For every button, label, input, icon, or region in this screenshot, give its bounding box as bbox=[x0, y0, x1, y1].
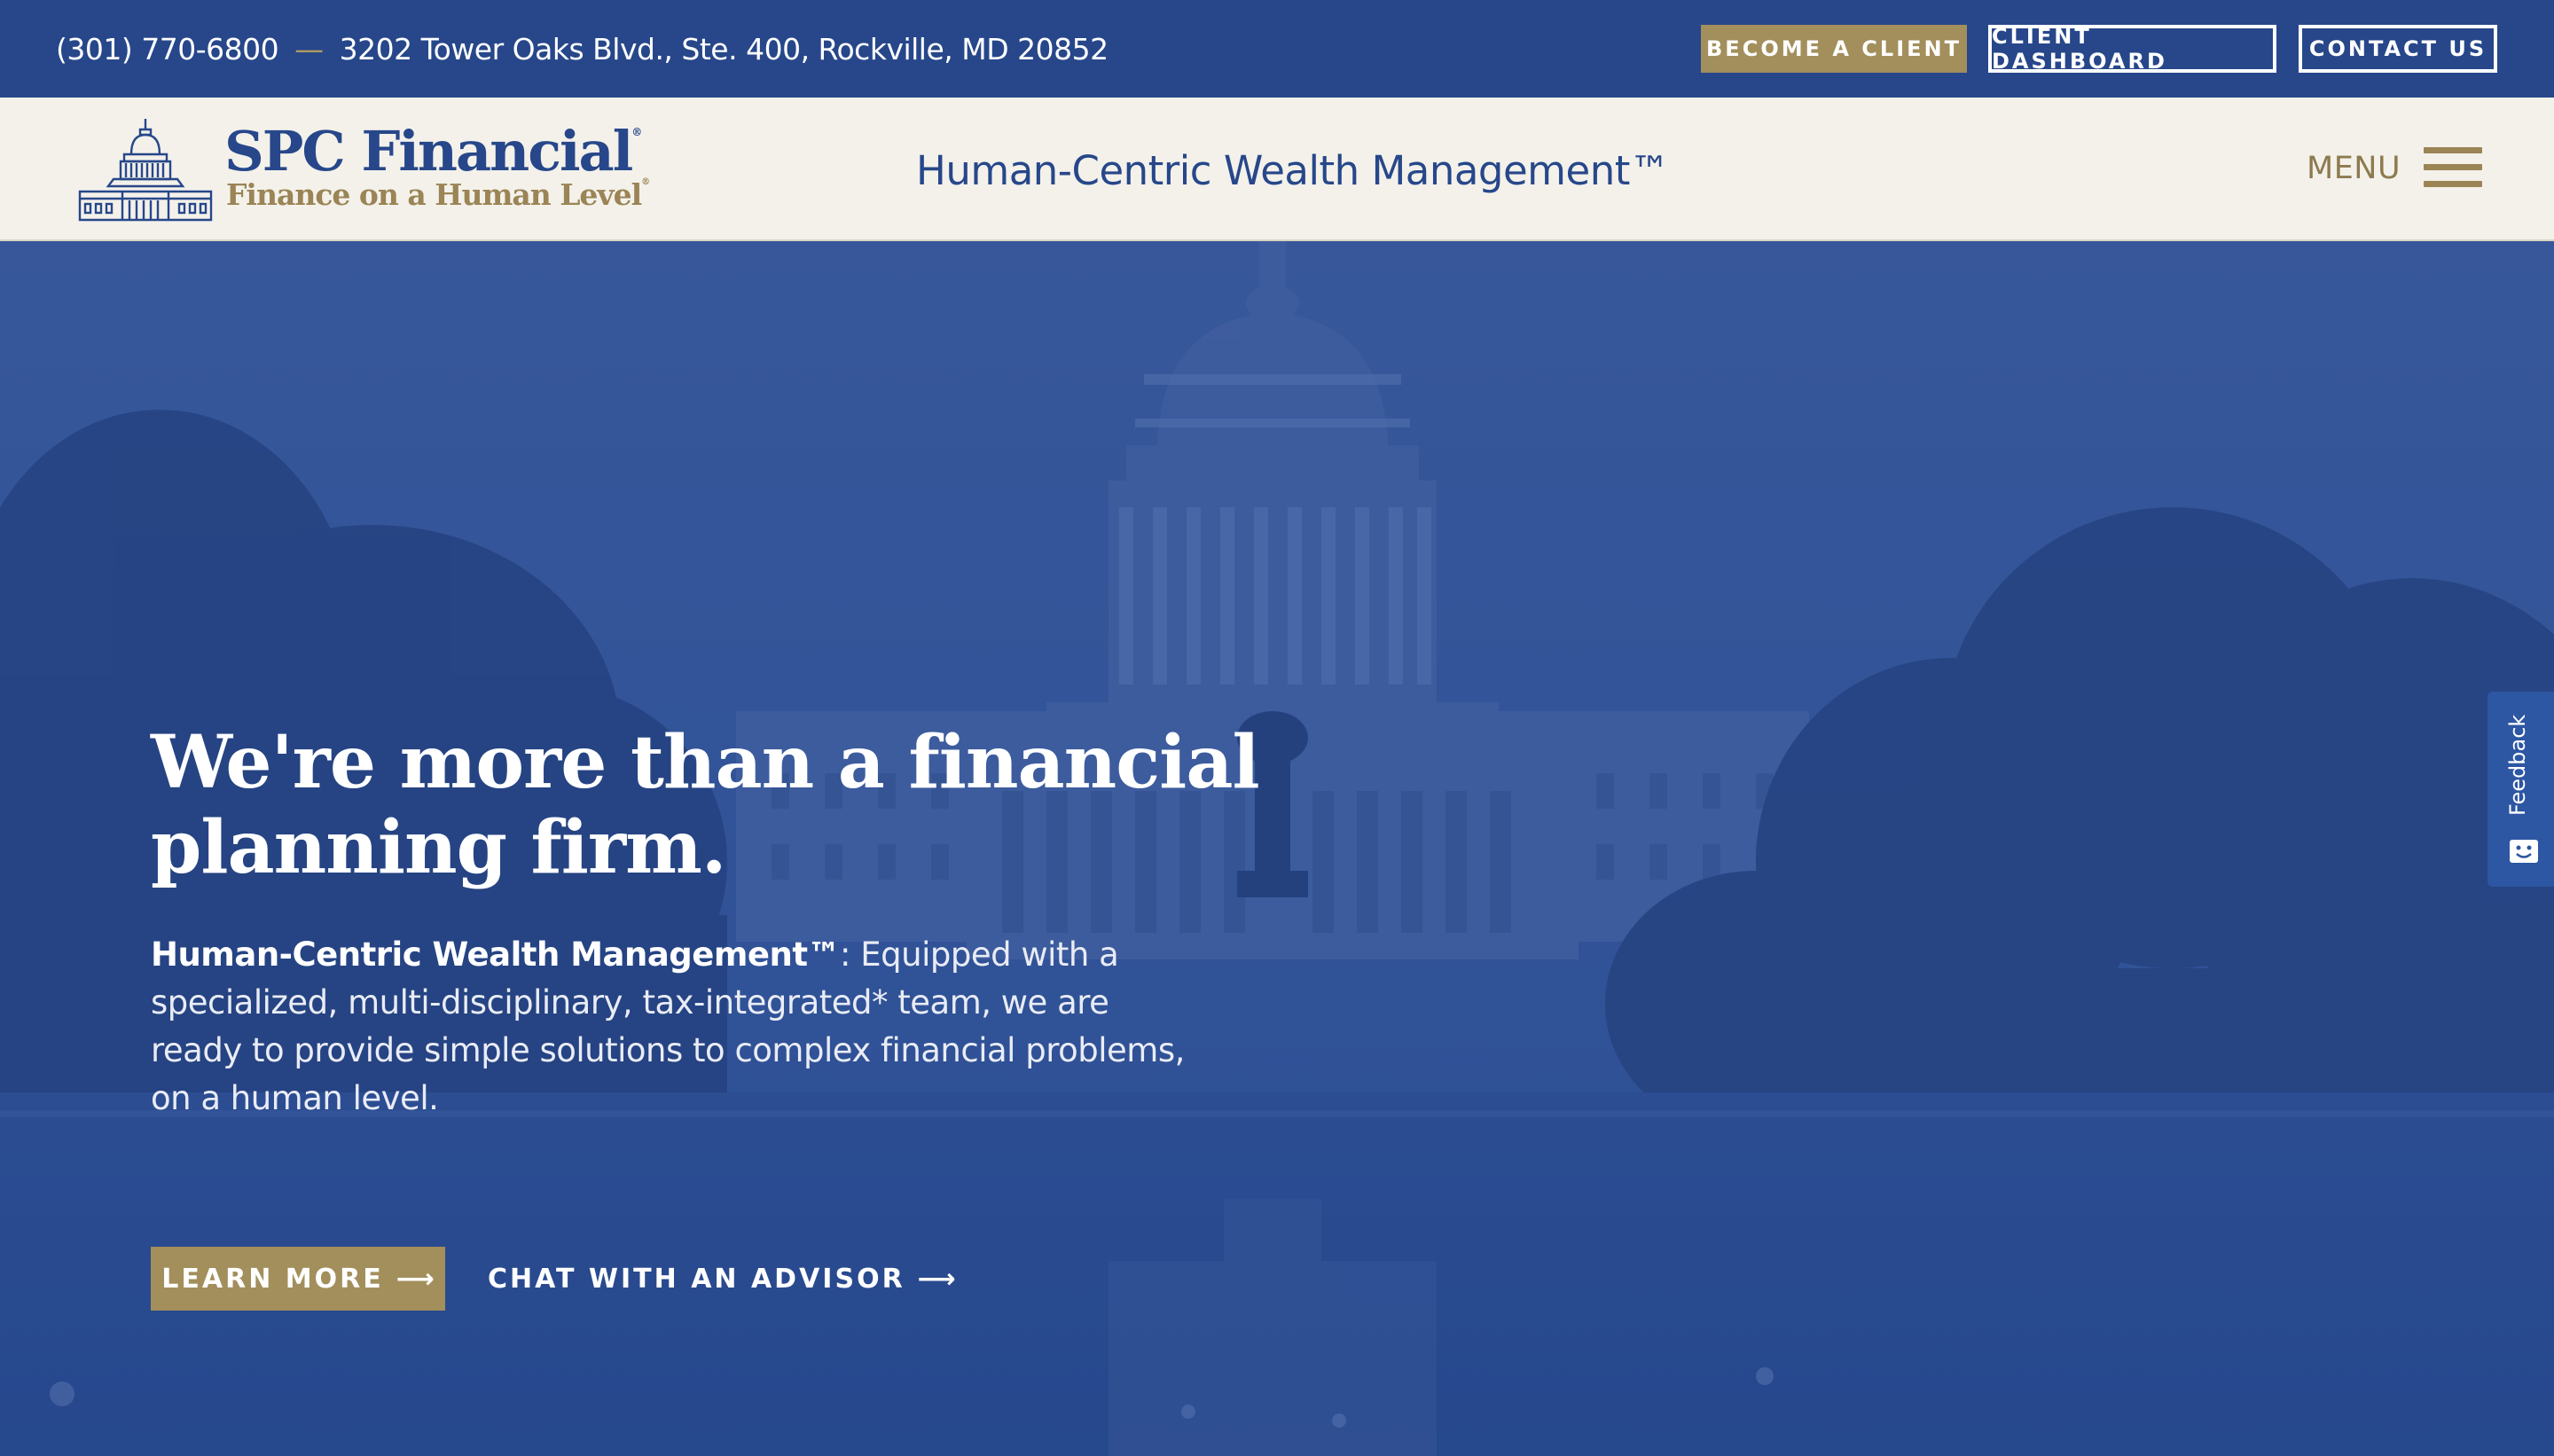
contact-separator: — bbox=[294, 32, 324, 67]
chat-with-advisor-label: CHAT WITH AN ADVISOR bbox=[488, 1263, 905, 1295]
hamburger-menu-icon[interactable] bbox=[2424, 147, 2482, 188]
hero-title: We're more than a financial planning fir… bbox=[151, 720, 1260, 890]
address-text: 3202 Tower Oaks Blvd., Ste. 400, Rockvil… bbox=[339, 32, 1109, 67]
arrow-right-icon: ⟶ bbox=[917, 1263, 956, 1295]
logo-tagline-text: Finance on a Human Level bbox=[226, 177, 642, 212]
feedback-label: Feedback bbox=[2505, 714, 2530, 816]
arrow-right-icon: ⟶ bbox=[396, 1263, 435, 1295]
contact-info: (301) 770-6800 — 3202 Tower Oaks Blvd., St… bbox=[56, 32, 1109, 67]
become-client-button[interactable]: BECOME A CLIENT bbox=[1701, 25, 1967, 73]
header-tagline: Human-Centric Wealth Management™ bbox=[916, 147, 1670, 194]
learn-more-button[interactable]: LEARN MORE ⟶ bbox=[151, 1247, 445, 1311]
hero-description: Human-Centric Wealth Management™: Equipp… bbox=[151, 931, 1197, 1123]
phone-link[interactable]: (301) 770-6800 bbox=[56, 32, 279, 67]
logo-tagline-registered-mark: ® bbox=[641, 177, 650, 187]
logo-registered-mark: ® bbox=[631, 126, 642, 138]
capitol-logo-icon[interactable] bbox=[78, 117, 213, 222]
logo-wordmark[interactable]: SPC Financial® bbox=[224, 119, 642, 184]
hamburger-line bbox=[2424, 181, 2482, 187]
hamburger-line bbox=[2424, 164, 2482, 170]
hamburger-line bbox=[2424, 147, 2482, 153]
site-header: SPC Financial® Finance on a Human Level®… bbox=[0, 98, 2554, 241]
logo-name-text: SPC Financial bbox=[224, 119, 633, 184]
feedback-smile-icon bbox=[2510, 840, 2538, 863]
logo-tagline: Finance on a Human Level® bbox=[226, 177, 650, 212]
top-utility-bar: (301) 770-6800 — 3202 Tower Oaks Blvd., St… bbox=[0, 0, 2554, 98]
chat-with-advisor-link[interactable]: CHAT WITH AN ADVISOR ⟶ bbox=[488, 1247, 956, 1311]
hero-section: We're more than a financial planning fir… bbox=[0, 241, 2554, 1456]
client-dashboard-button[interactable]: CLIENT DASHBOARD bbox=[1988, 24, 2276, 74]
learn-more-label: LEARN MORE bbox=[161, 1263, 384, 1295]
contact-us-button[interactable]: CONTACT US bbox=[2299, 25, 2497, 73]
hero-description-lead: Human-Centric Wealth Management™ bbox=[151, 935, 841, 974]
menu-label[interactable]: MENU bbox=[2307, 151, 2401, 186]
feedback-tab[interactable]: Feedback bbox=[2487, 692, 2554, 887]
